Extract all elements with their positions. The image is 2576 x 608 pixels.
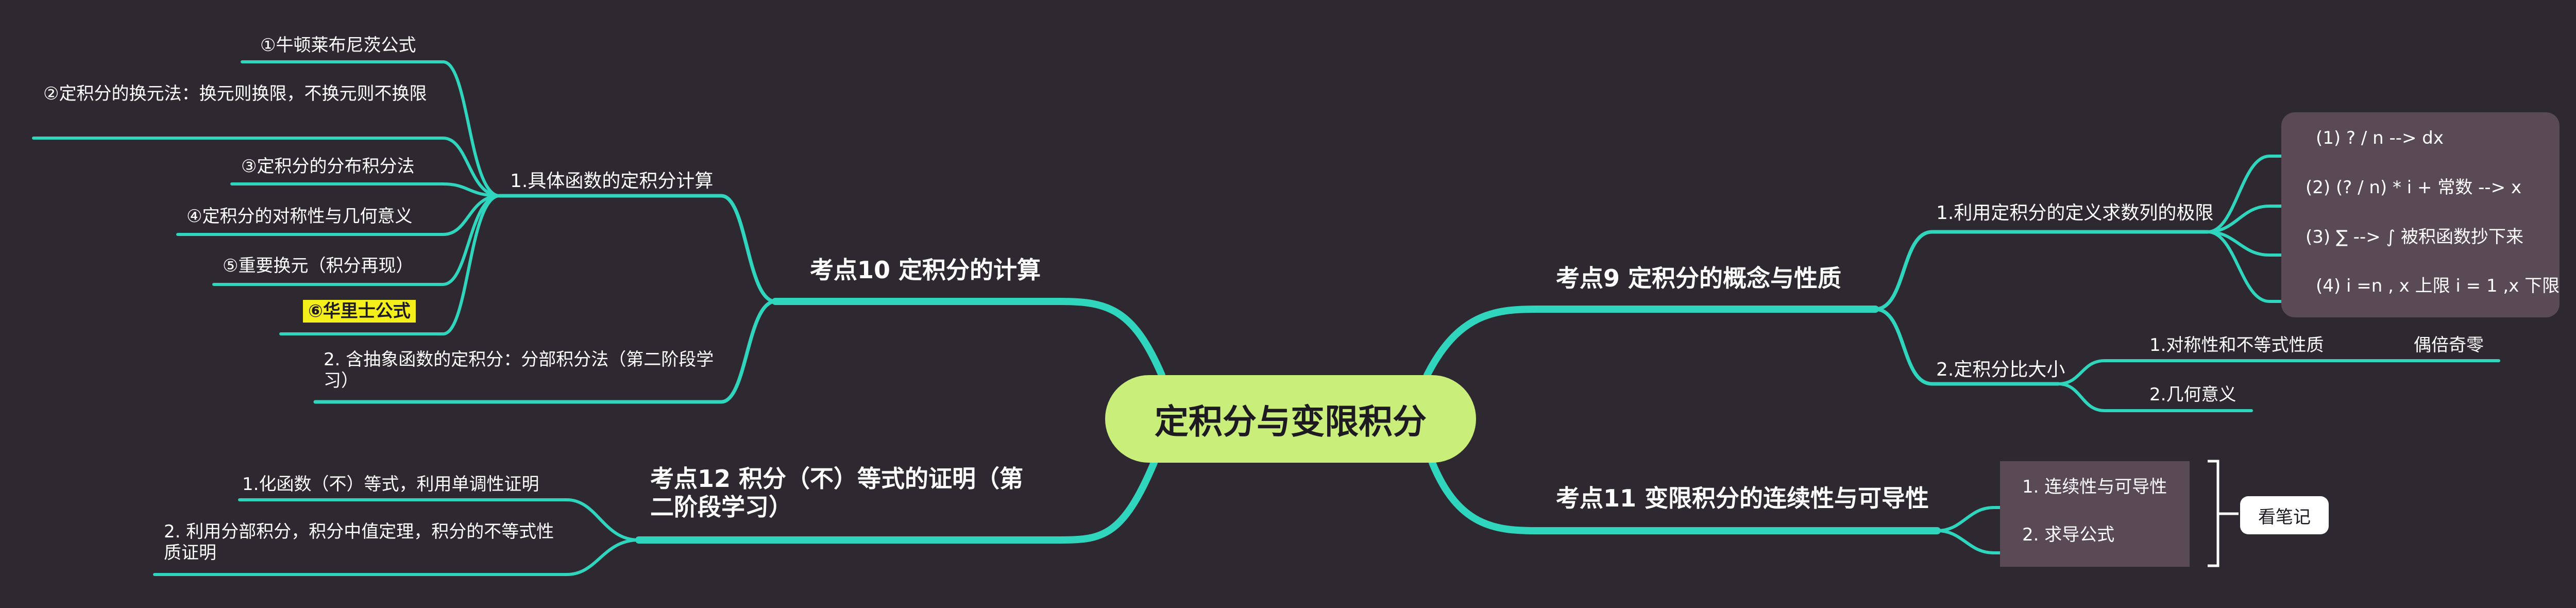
k10-topic[interactable]: 考点10 定积分的计算 — [810, 256, 1041, 284]
k11-item-1[interactable]: 1. 连续性与可导性 — [2022, 477, 2167, 498]
k12-item-2[interactable]: 2. 利用分部积分，积分中值定理，积分的不等式性质证明 — [164, 521, 566, 564]
k10-s1-item-3[interactable]: ③定积分的分布积分法 — [241, 156, 414, 177]
k10-s2-topic[interactable]: 2. 含抽象函数的定积分：分部积分法（第二阶段学习） — [324, 349, 731, 392]
k10-s1-item-1[interactable]: ①牛顿莱布尼茨公式 — [260, 35, 416, 56]
k10-s1-item-6[interactable]: ⑥华里士公式 — [303, 300, 416, 323]
k10-s1-item-2[interactable]: ②定积分的换元法：换元则换限，不换元则不换限 — [43, 83, 435, 105]
k9-s1-item-3[interactable]: (3) ∑ --> ∫ 被积函数抄下来 — [2306, 227, 2523, 248]
huali-formula-highlight: ⑥华里士公式 — [303, 300, 416, 323]
k10-s1-item-4[interactable]: ④定积分的对称性与几何意义 — [187, 206, 412, 227]
k9-s1-topic[interactable]: 1.利用定积分的定义求数列的极限 — [1936, 202, 2213, 224]
k12-topic[interactable]: 考点12 积分（不）等式的证明（第二阶段学习） — [650, 465, 1042, 521]
k9-s2-child-1-leaf[interactable]: 偶倍奇零 — [2414, 335, 2484, 356]
k12-item-1[interactable]: 1.化函数（不）等式，利用单调性证明 — [242, 474, 539, 495]
view-notes-button[interactable]: 看笔记 — [2240, 496, 2329, 534]
k9-topic[interactable]: 考点9 定积分的概念与性质 — [1556, 264, 1841, 293]
k9-s1-item-1[interactable]: (1) ? / n --> dx — [2316, 128, 2444, 149]
k9-s2-topic[interactable]: 2.定积分比大小 — [1936, 359, 2065, 381]
k10-s1-item-5[interactable]: ⑤重要换元（积分再现） — [223, 256, 413, 277]
view-notes-label: 看笔记 — [2258, 506, 2311, 528]
root-title: 定积分与变限积分 — [1155, 402, 1427, 442]
root-topic[interactable]: 定积分与变限积分 — [1105, 375, 1476, 463]
k11-topic[interactable]: 考点11 变限积分的连续性与可导性 — [1556, 484, 1929, 513]
k10-s1-topic[interactable]: 1.具体函数的定积分计算 — [510, 170, 713, 192]
k9-s1-item-4[interactable]: (4) i =n , x 上限 i = 1 ,x 下限 — [2316, 276, 2560, 297]
k9-s2-child-2[interactable]: 2.几何意义 — [2149, 384, 2236, 406]
k11-item-2[interactable]: 2. 求导公式 — [2022, 525, 2114, 546]
k9-s2-child-1[interactable]: 1.对称性和不等式性质 — [2149, 335, 2324, 356]
k9-s1-item-2[interactable]: (2) (? / n) * i + 常数 --> x — [2306, 177, 2521, 198]
